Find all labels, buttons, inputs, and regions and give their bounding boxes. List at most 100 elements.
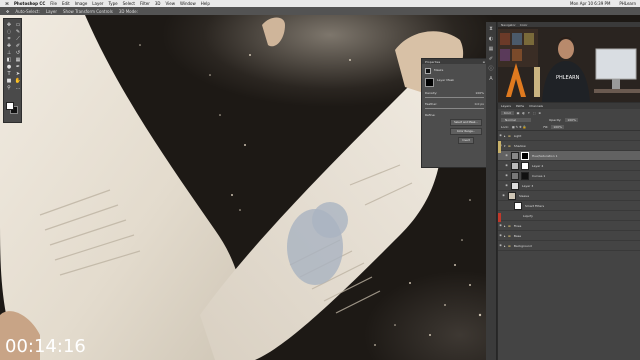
- layer-row-hue-saturation[interactable]: ◉ Hue/Saturation 1: [498, 151, 640, 161]
- pen-icon[interactable]: ✒: [15, 64, 21, 70]
- mask-thumbnail[interactable]: [521, 161, 529, 170]
- mask-thumbnail[interactable]: [521, 151, 529, 160]
- stamp-icon[interactable]: ⊥: [6, 50, 12, 56]
- brushes-icon[interactable]: ✐: [488, 56, 494, 62]
- menu-filter[interactable]: Filter: [140, 1, 150, 6]
- invert-button[interactable]: Invert: [458, 137, 474, 144]
- eyedropper-icon[interactable]: ⟋: [15, 36, 21, 42]
- density-slider[interactable]: [425, 97, 484, 98]
- smart-filter-mask-thumbnail[interactable]: [514, 201, 522, 210]
- auto-select-checkbox[interactable]: Auto-Select:: [15, 9, 40, 14]
- swatches-icon[interactable]: ▦: [488, 46, 494, 52]
- adjustment-thumbnail: [511, 151, 519, 160]
- brush-icon[interactable]: ✐: [15, 43, 21, 49]
- visibility-eye-icon[interactable]: ◉: [498, 221, 503, 230]
- tab-color[interactable]: Color: [520, 23, 528, 27]
- visibility-eye-icon[interactable]: ◉: [504, 181, 509, 190]
- tab-channels[interactable]: Channels: [529, 104, 543, 108]
- more-tools-icon[interactable]: …: [15, 85, 21, 91]
- layer-thumbnail: [511, 181, 519, 190]
- zoom-icon[interactable]: ⚲: [6, 85, 12, 91]
- move-tool-icon[interactable]: ✥: [6, 9, 9, 14]
- menu-layer[interactable]: Layer: [92, 1, 103, 6]
- crop-icon[interactable]: ⌗: [6, 36, 12, 42]
- app-menu[interactable]: Photoshop CC: [14, 1, 45, 6]
- properties-header[interactable]: Properties ≡: [422, 59, 487, 64]
- menu-3d[interactable]: 3D: [155, 1, 161, 6]
- menu-image[interactable]: Image: [75, 1, 88, 6]
- marquee-icon[interactable]: ▭: [15, 22, 21, 28]
- layer-row-layer4[interactable]: ◉ Layer 4: [498, 161, 640, 171]
- density-value[interactable]: 100%: [475, 91, 484, 95]
- hand-icon[interactable]: ✋: [15, 78, 21, 84]
- lock-icons[interactable]: ▦ ✎ ✥ 🔒: [512, 125, 526, 129]
- menu-file[interactable]: File: [50, 1, 57, 6]
- layer-row-smart-filters[interactable]: Smart Filters: [498, 201, 640, 211]
- layer-row-curves[interactable]: ◉ Curves 1: [498, 171, 640, 181]
- menu-edit[interactable]: Edit: [62, 1, 70, 6]
- dodge-icon[interactable]: ●: [6, 64, 12, 70]
- shape-icon[interactable]: ■: [6, 78, 12, 84]
- visibility-eye-icon[interactable]: ◉: [498, 131, 503, 140]
- quick-select-icon[interactable]: ✎: [15, 29, 21, 35]
- adjustments-icon[interactable]: ◐: [488, 36, 494, 42]
- layer-row-background[interactable]: ◉ ▸ ▬ Background: [498, 241, 640, 251]
- show-transform-checkbox[interactable]: Show Transform Controls: [63, 9, 113, 14]
- layer-row-liquify[interactable]: Liquify: [498, 211, 640, 221]
- layer-row-fixes[interactable]: ◉ ▸ ▬ Fixes: [498, 221, 640, 231]
- visibility-eye-icon[interactable]: ◉: [501, 191, 506, 200]
- mask-thumbnail[interactable]: [521, 171, 529, 180]
- feather-slider[interactable]: [425, 108, 484, 109]
- menu-select[interactable]: Select: [123, 1, 135, 6]
- menu-view[interactable]: View: [166, 1, 176, 6]
- fill-value[interactable]: 100%: [551, 124, 564, 129]
- path-select-icon[interactable]: ➤: [15, 71, 21, 77]
- panel-menu-icon[interactable]: ≡: [482, 60, 485, 64]
- auto-select-target[interactable]: Layer: [46, 9, 57, 14]
- menu-type[interactable]: Type: [108, 1, 117, 6]
- color-label-strip-red: [498, 213, 501, 222]
- layer-row-layer3[interactable]: ◉ Layer 3: [498, 181, 640, 191]
- layer-row-light[interactable]: ◉ ▸ ▬ Light: [498, 131, 640, 141]
- menubar-user[interactable]: PHLearn: [619, 1, 636, 6]
- visibility-eye-icon[interactable]: ◉: [498, 231, 503, 240]
- layer-row-shadow[interactable]: ◉ ▾ ▬ Shadow: [498, 141, 640, 151]
- folder-icon: ▬: [508, 233, 511, 238]
- feather-value[interactable]: 0.0 px: [475, 102, 484, 106]
- visibility-eye-icon[interactable]: ◉: [504, 171, 509, 180]
- lasso-icon[interactable]: ◌: [6, 29, 12, 35]
- mask-type-icon[interactable]: [425, 68, 431, 74]
- visibility-eye-icon[interactable]: ◉: [498, 241, 503, 250]
- visibility-eye-icon[interactable]: ◉: [504, 151, 509, 160]
- layer-name: Background: [513, 243, 532, 248]
- select-and-mask-button[interactable]: Select and Mask...: [450, 119, 482, 126]
- tab-navigator[interactable]: Navigator: [501, 23, 516, 27]
- filter-kind[interactable]: Kind: [501, 110, 514, 115]
- type-icon[interactable]: T: [6, 71, 12, 77]
- healing-icon[interactable]: ✚: [6, 43, 12, 49]
- menubar-clock[interactable]: Mon Apr 10 6:39 PM: [570, 1, 610, 6]
- apple-menu-icon[interactable]: ⌘: [5, 1, 9, 6]
- eraser-icon[interactable]: ◧: [6, 57, 12, 63]
- color-range-button[interactable]: Color Range...: [450, 128, 482, 135]
- layer-row-sleeve[interactable]: ◉ Sleeve: [498, 191, 640, 201]
- tab-paths[interactable]: Paths: [516, 104, 524, 108]
- menu-help[interactable]: Help: [201, 1, 210, 6]
- info-icon[interactable]: ⓘ: [488, 66, 494, 72]
- move-icon[interactable]: ✥: [6, 22, 12, 28]
- history-icon[interactable]: ⧗: [488, 26, 494, 32]
- menu-window[interactable]: Window: [180, 1, 196, 6]
- layer-row-base[interactable]: ◉ ▸ ▬ Base: [498, 231, 640, 241]
- tab-layers[interactable]: Layers: [501, 104, 511, 108]
- filter-icons[interactable]: ▣ ◐ T ⬚ ⊕: [517, 111, 542, 115]
- layer-name: Layer 4: [532, 163, 544, 168]
- visibility-eye-icon[interactable]: ◉: [504, 161, 509, 170]
- blend-mode-select[interactable]: Normal: [501, 117, 531, 122]
- character-icon[interactable]: A: [488, 76, 494, 82]
- gradient-icon[interactable]: ▦: [15, 57, 21, 63]
- mac-menu-bar: ⌘ Photoshop CC File Edit Image Layer Typ…: [0, 0, 640, 7]
- opacity-value[interactable]: 100%: [565, 117, 578, 122]
- foreground-color-swatch[interactable]: [6, 102, 14, 110]
- lock-label: Lock:: [501, 124, 509, 129]
- history-brush-icon[interactable]: ↺: [15, 50, 21, 56]
